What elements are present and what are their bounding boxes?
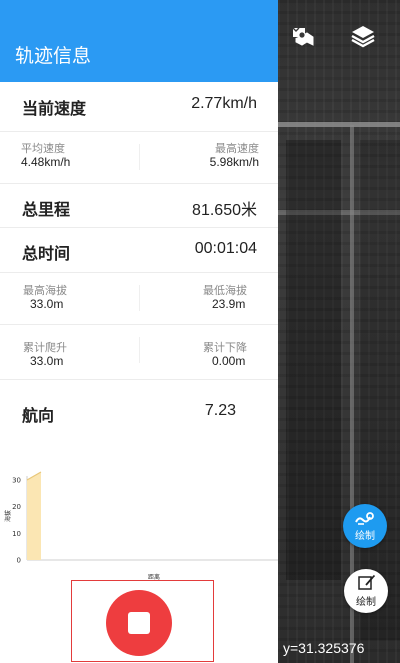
total-time-row: 总时间 00:01:04 bbox=[0, 228, 278, 273]
current-speed-row: 当前速度 2.77km/h bbox=[0, 82, 278, 132]
divider bbox=[139, 337, 140, 363]
draw-shape-button[interactable]: 绘制 bbox=[344, 569, 388, 613]
total-descent-label: 累计下降 bbox=[203, 341, 247, 354]
climb-stats-row: 累计爬升 33.0m 累计下降 0.00m bbox=[0, 325, 278, 380]
stop-icon bbox=[128, 612, 150, 634]
min-altitude-label: 最低海拔 bbox=[203, 284, 247, 297]
current-speed-value: 2.77km/h bbox=[191, 95, 257, 112]
heading-label: 航向 bbox=[22, 406, 55, 425]
stop-recording-button[interactable] bbox=[106, 590, 172, 656]
total-distance-value: 81.650米 bbox=[192, 202, 257, 219]
map-marker-icon[interactable] bbox=[289, 22, 317, 50]
map-field bbox=[360, 140, 400, 640]
max-altitude-cell: 最高海拔 33.0m bbox=[23, 284, 103, 311]
draw-track-button[interactable]: 绘制 bbox=[343, 504, 387, 548]
x-axis-label: 距离 bbox=[148, 573, 160, 580]
total-descent-value: 0.00m bbox=[212, 354, 246, 368]
y-axis-label: 海拔 bbox=[4, 510, 12, 522]
max-altitude-label: 最高海拔 bbox=[23, 284, 67, 297]
avg-speed-label: 平均速度 bbox=[21, 142, 65, 155]
min-altitude-cell: 最低海拔 23.9m bbox=[203, 284, 259, 311]
divider bbox=[139, 285, 140, 311]
total-descent-cell: 累计下降 0.00m bbox=[203, 341, 259, 368]
y-tick-label: 10 bbox=[12, 530, 21, 538]
track-info-panel: 轨迹信息 当前速度 2.77km/h 平均速度 4.48km/h 最高速度 5.… bbox=[0, 0, 278, 663]
y-tick-label: 0 bbox=[17, 557, 21, 565]
coordinate-readout: y=31.325376 bbox=[283, 640, 365, 656]
total-climb-cell: 累计爬升 33.0m bbox=[23, 341, 103, 368]
total-climb-value: 33.0m bbox=[30, 354, 64, 368]
total-time-label: 总时间 bbox=[22, 244, 71, 263]
current-speed-label: 当前速度 bbox=[22, 99, 87, 118]
max-altitude-value: 33.0m bbox=[30, 297, 64, 311]
heading-value: 7.23 bbox=[204, 402, 236, 419]
max-speed-label: 最高速度 bbox=[215, 142, 259, 155]
elevation-chart: 30 20 10 0 海拔 距离 bbox=[4, 471, 278, 580]
track-draw-icon bbox=[354, 511, 376, 530]
map-road bbox=[278, 122, 400, 127]
speed-stats-row: 平均速度 4.48km/h 最高速度 5.98km/h bbox=[0, 132, 278, 184]
total-time-value: 00:01:04 bbox=[194, 240, 257, 257]
total-climb-label: 累计爬升 bbox=[23, 341, 67, 354]
altitude-stats-row: 最高海拔 33.0m 最低海拔 23.9m bbox=[0, 273, 278, 325]
edit-shape-icon bbox=[356, 574, 376, 596]
draw-button-label: 绘制 bbox=[356, 597, 376, 608]
draw-button-label: 绘制 bbox=[355, 530, 375, 542]
divider bbox=[139, 144, 140, 170]
heading-row: 航向 7.23 bbox=[0, 380, 278, 440]
max-speed-value: 5.98km/h bbox=[209, 155, 259, 169]
max-speed-cell: 最高速度 5.98km/h bbox=[203, 142, 259, 169]
avg-speed-value: 4.48km/h bbox=[21, 155, 71, 169]
min-altitude-value: 23.9m bbox=[212, 297, 246, 311]
map-field bbox=[286, 140, 341, 580]
total-distance-label: 总里程 bbox=[22, 200, 71, 219]
y-tick-label: 20 bbox=[12, 503, 21, 511]
panel-title: 轨迹信息 bbox=[0, 0, 278, 82]
elevation-area bbox=[27, 472, 41, 560]
satellite-map[interactable] bbox=[278, 0, 400, 663]
layers-icon[interactable] bbox=[349, 22, 377, 50]
avg-speed-cell: 平均速度 4.48km/h bbox=[21, 142, 101, 169]
total-distance-row: 总里程 81.650米 bbox=[0, 184, 278, 228]
y-tick-label: 30 bbox=[12, 477, 21, 485]
